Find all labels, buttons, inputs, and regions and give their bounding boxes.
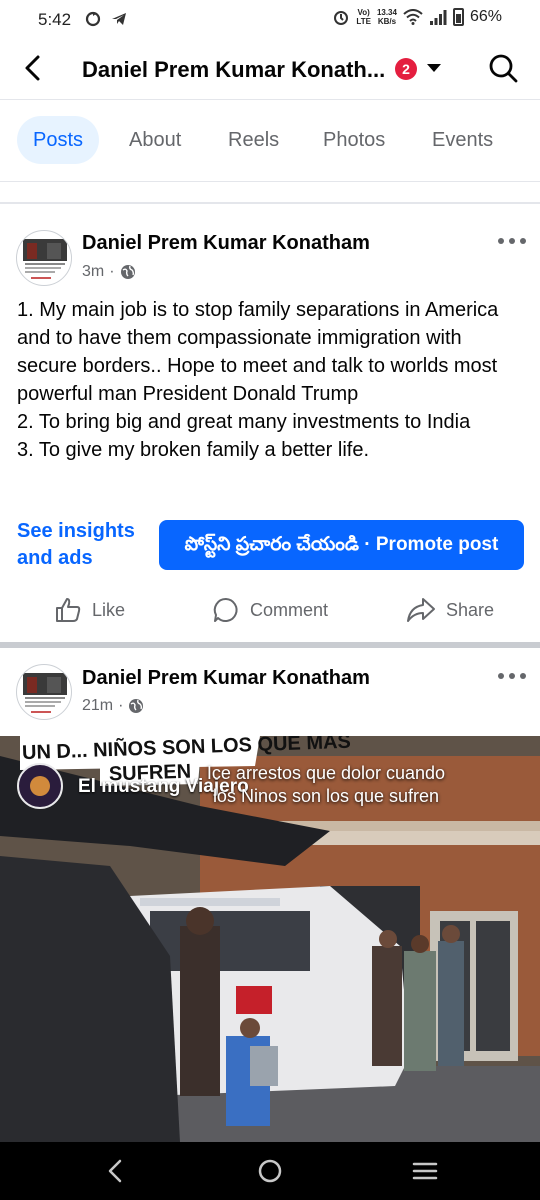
chevron-down-icon[interactable] xyxy=(427,64,441,72)
share-button[interactable]: Share xyxy=(406,596,494,624)
globe-icon xyxy=(129,699,144,713)
nav-home-icon[interactable] xyxy=(257,1158,283,1184)
search-icon[interactable] xyxy=(488,53,518,83)
more-options-icon[interactable] xyxy=(498,673,526,681)
post-body: 1. My main job is to stop family separat… xyxy=(17,299,499,461)
post-author[interactable]: Daniel Prem Kumar Konatham xyxy=(82,667,370,690)
post-time[interactable]: 3m xyxy=(82,263,104,281)
nav-back-icon[interactable] xyxy=(104,1158,126,1184)
promote-post-button[interactable]: పోస్ట్‌ని ప్రచారం చేయండి · Promote post xyxy=(159,520,524,570)
thumbs-up-icon xyxy=(56,598,81,622)
share-icon xyxy=(407,598,435,622)
battery-percent: 66% xyxy=(469,8,502,25)
post-meta: 3m · xyxy=(82,263,136,281)
share-label: Share xyxy=(446,599,495,620)
globe-icon xyxy=(120,265,135,279)
profile-tabs: Posts About Reels Photos Events xyxy=(0,100,540,182)
post-meta: 21m · xyxy=(82,697,144,715)
post-divider xyxy=(0,642,540,648)
app-header: Daniel Prem Kumar Konath... 2 xyxy=(0,38,540,100)
page-title[interactable]: Daniel Prem Kumar Konath... xyxy=(82,57,385,83)
avatar[interactable] xyxy=(16,230,72,286)
notification-badge: 2 xyxy=(395,58,417,80)
status-bar: 5:42 Vo) LTE 13.34 KB/s 66% xyxy=(0,0,540,38)
profile-photo-icon xyxy=(23,239,67,279)
comment-label: Comment xyxy=(250,599,329,620)
profile-photo-icon xyxy=(23,673,67,713)
signal-icon xyxy=(429,10,447,25)
video-caption: Ice arrestos que dolor cuando los Ninos … xyxy=(206,763,446,806)
back-arrow-icon[interactable] xyxy=(18,52,50,84)
status-time: 5:42 xyxy=(38,10,72,29)
tab-reels[interactable]: Reels xyxy=(212,116,295,164)
sync-icon xyxy=(85,11,101,27)
tab-about[interactable]: About xyxy=(113,116,197,164)
alarm-icon xyxy=(334,11,349,25)
telegram-icon xyxy=(112,13,126,25)
tab-photos[interactable]: Photos xyxy=(307,116,401,164)
system-nav-bar xyxy=(0,1142,540,1200)
like-label: Like xyxy=(92,599,126,620)
comment-icon xyxy=(213,597,238,622)
battery-icon xyxy=(452,8,464,26)
post-actions: Like Comment Share xyxy=(0,588,540,636)
video-player[interactable]: UN D... NIÑOS SON LOS QUE MAS SUFREN El … xyxy=(0,736,540,1142)
post-author[interactable]: Daniel Prem Kumar Konatham xyxy=(82,232,370,255)
tab-posts[interactable]: Posts xyxy=(17,116,100,164)
comment-button[interactable]: Comment xyxy=(212,596,328,624)
see-insights-link[interactable]: See insights and ads xyxy=(17,518,147,572)
like-button[interactable]: Like xyxy=(54,596,125,624)
tab-events[interactable]: Events xyxy=(416,116,509,164)
nav-recents-icon[interactable] xyxy=(412,1158,438,1184)
more-options-icon[interactable] xyxy=(498,238,526,246)
avatar[interactable] xyxy=(16,664,72,720)
wifi-icon xyxy=(403,9,423,25)
post-time[interactable]: 21m xyxy=(82,697,113,715)
